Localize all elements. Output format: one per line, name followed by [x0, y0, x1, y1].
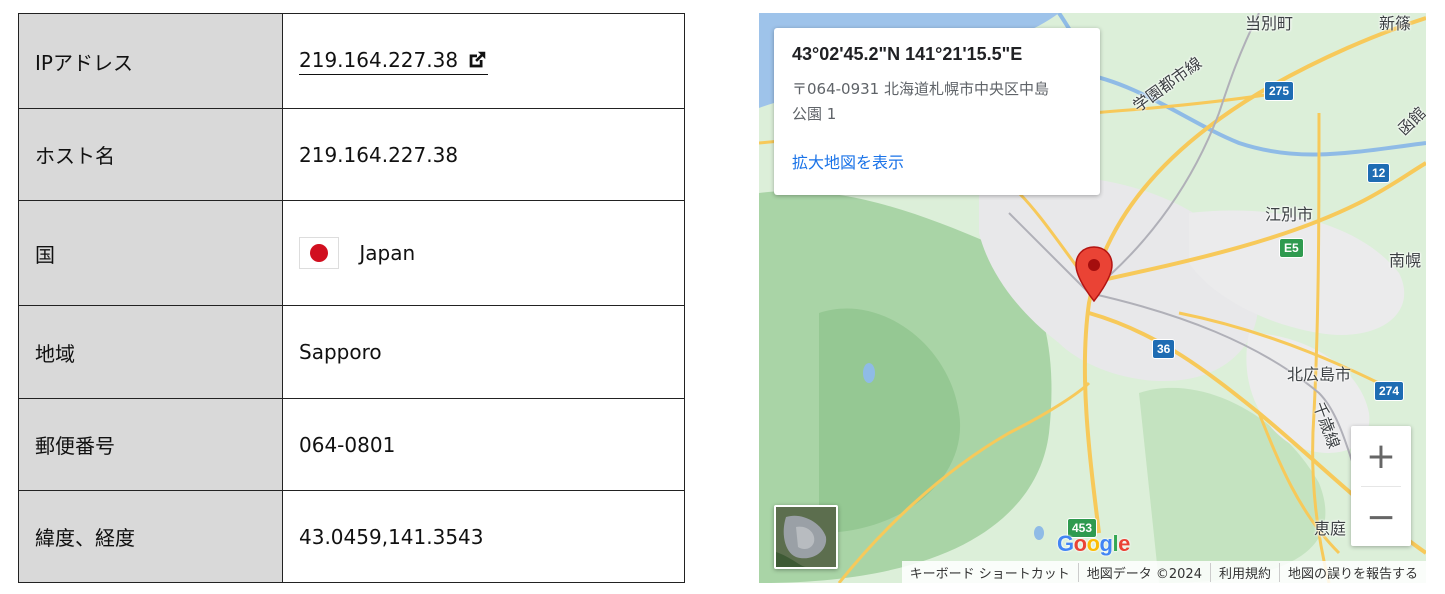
google-logo-text: Google [1057, 531, 1130, 556]
route-shield: E5 [1279, 238, 1304, 258]
map-label-city: 恵庭 [1314, 519, 1347, 538]
coordinates-text: 43°02'45.2"N 141°21'15.5"E [792, 44, 1023, 64]
row-label-country: 国 [18, 200, 283, 306]
row-value-postal: 064-0801 [282, 398, 685, 491]
map-label-town: 新篠 [1379, 14, 1412, 33]
location-info-card: 43°02'45.2"N 141°21'15.5"E 〒064-0931 北海道… [774, 28, 1100, 195]
satellite-view-toggle[interactable] [774, 505, 838, 569]
row-value-hostname: 219.164.227.38 [282, 108, 685, 201]
map-pin-icon[interactable] [1074, 245, 1114, 303]
table-row: 緯度、経度 43.0459,141.3543 [18, 490, 685, 583]
table-row: 郵便番号 064-0801 [18, 398, 685, 491]
row-label-postal: 郵便番号 [18, 398, 283, 491]
map-label-city: 江別市 [1265, 205, 1314, 224]
row-label-ip: IPアドレス [18, 13, 283, 109]
row-value-ip: 219.164.227.38 [282, 13, 685, 109]
row-value-latlng: 43.0459,141.3543 [282, 490, 685, 583]
view-larger-map-link[interactable]: 拡大地図を表示 [792, 149, 904, 173]
map-view[interactable]: 当別町 新篠 学園都市線 江別市 南幌 北広島市 千歳線 恵庭 函館 275 1… [759, 13, 1426, 583]
table-row: IPアドレス 219.164.227.38 [18, 13, 685, 109]
table-row: 地域 Sapporo [18, 305, 685, 399]
address-line: 公園 1 [792, 105, 837, 123]
row-value-country: Japan [282, 200, 685, 306]
route-shield: 12 [1367, 163, 1391, 183]
zoom-in-button[interactable]: + [1351, 426, 1411, 486]
google-logo: Google [1057, 531, 1130, 557]
ip-info-table: IPアドレス 219.164.227.38 ホスト名 219.164.227.3… [18, 13, 685, 583]
route-shield: 36 [1152, 339, 1176, 359]
row-label-latlng: 緯度、経度 [18, 490, 283, 583]
map-label-town: 南幌 [1389, 251, 1422, 270]
map-label-city: 北広島市 [1287, 365, 1352, 384]
address-line: 〒064-0931 北海道札幌市中央区中島 [792, 80, 1049, 98]
keyboard-shortcuts-button[interactable]: キーボード ショートカット [902, 563, 1078, 582]
zoom-controls: + − [1351, 426, 1411, 546]
terms-link[interactable]: 利用規約 [1209, 562, 1279, 582]
row-label-hostname: ホスト名 [18, 108, 283, 201]
row-label-region: 地域 [18, 305, 283, 399]
country-name: Japan [359, 241, 416, 265]
route-shield: 275 [1264, 81, 1295, 101]
table-row: ホスト名 219.164.227.38 [18, 108, 685, 201]
zoom-out-button[interactable]: − [1351, 487, 1411, 547]
ip-address-link[interactable]: 219.164.227.38 [299, 47, 489, 75]
external-link-icon [469, 51, 486, 67]
ip-address-text: 219.164.227.38 [299, 47, 459, 72]
report-error-link[interactable]: 地図の誤りを報告する [1278, 562, 1426, 582]
row-value-region: Sapporo [282, 305, 685, 399]
route-shield: 274 [1374, 381, 1405, 401]
satellite-thumbnail-icon [776, 507, 836, 567]
japan-flag-icon [299, 237, 339, 269]
map-label-town: 当別町 [1245, 14, 1294, 33]
map-data-credit: 地図データ ©2024 [1077, 562, 1210, 582]
map-attribution-bar: キーボード ショートカット 地図データ ©2024 利用規約 地図の誤りを報告す… [901, 561, 1426, 583]
table-row: 国 Japan [18, 200, 685, 306]
